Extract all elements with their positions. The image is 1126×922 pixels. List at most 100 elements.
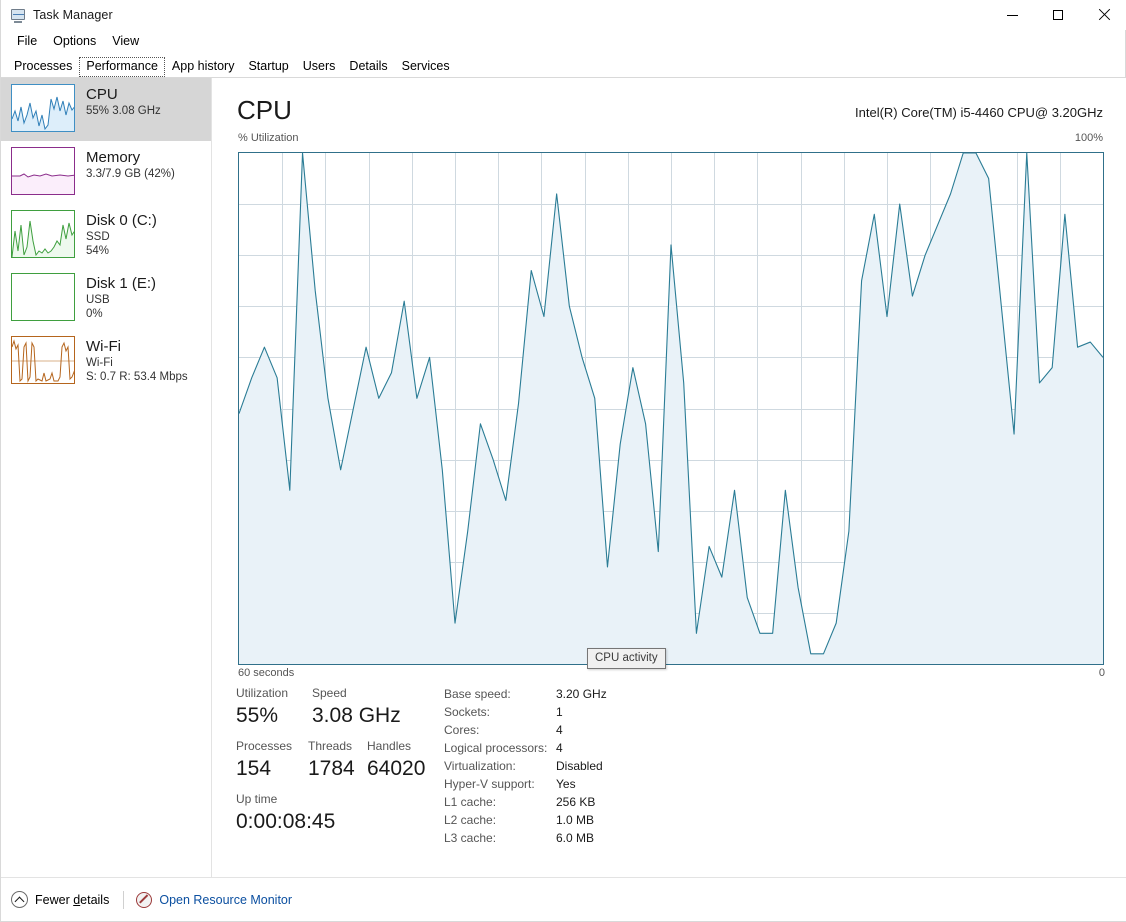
sidebar-wifi-text: Wi-Fi Wi-Fi S: 0.7 R: 53.4 Mbps — [86, 336, 188, 384]
spec-key: Base speed: — [444, 687, 511, 701]
resource-monitor-icon — [136, 891, 153, 908]
tab-users[interactable]: Users — [296, 57, 343, 77]
close-button[interactable] — [1081, 0, 1126, 30]
tab-details[interactable]: Details — [342, 57, 394, 77]
spec-row: Cores: 4 — [444, 721, 824, 739]
spec-key: L3 cache: — [444, 831, 497, 845]
task-manager-window: Task Manager File Options View Processes… — [0, 0, 1126, 922]
spec-row: Base speed: 3.20 GHz — [444, 685, 824, 703]
spec-value: 6.0 MB — [556, 831, 595, 845]
spec-row: L3 cache: 6.0 MB — [444, 829, 824, 847]
spec-key: L2 cache: — [444, 813, 497, 827]
sidebar-item-disk1[interactable]: Disk 1 (E:) USB 0% — [1, 267, 211, 330]
spec-value: 4 — [556, 723, 563, 737]
chart-x-axis-label: 60 seconds — [238, 667, 295, 679]
chart-y-max-label: 100% — [1074, 132, 1103, 144]
menu-item-file[interactable]: File — [9, 32, 45, 50]
cpu-activity-tooltip: CPU activity — [587, 648, 666, 669]
cpu-detail-panel: CPU Intel(R) Core(TM) i5-4460 CPU@ 3.20G… — [212, 78, 1126, 878]
sidebar-item-label: Wi-Fi — [86, 338, 121, 355]
footer-bar: Fewer details Open Resource Monitor — [1, 877, 1126, 921]
menu-item-view[interactable]: View — [104, 32, 147, 50]
sidebar-item-sub2: 54% — [86, 245, 110, 257]
sidebar-item-label: Disk 1 (E:) — [86, 275, 157, 292]
sidebar-item-sub1: SSD — [86, 231, 110, 243]
disk1-thumbnail-icon — [11, 273, 75, 321]
spec-key: Logical processors: — [444, 741, 548, 755]
menu-bar: File Options View — [1, 30, 1126, 52]
sidebar-item-disk0[interactable]: Disk 0 (C:) SSD 54% — [1, 204, 211, 267]
sidebar-item-sub1: Wi-Fi — [86, 357, 113, 369]
stat-label: Utilization — [236, 686, 289, 700]
spec-key: Hyper-V support: — [444, 777, 535, 791]
sidebar-item-cpu[interactable]: CPU 55% 3.08 GHz — [1, 78, 211, 141]
page-title: CPU — [237, 95, 292, 125]
stat-value: 0:00:08:45 — [236, 810, 336, 833]
tab-app-history[interactable]: App history — [165, 57, 242, 77]
spec-value: 4 — [556, 741, 563, 755]
stat-utilization: Utilization 55% — [236, 685, 288, 731]
tab-startup[interactable]: Startup — [241, 57, 295, 77]
sidebar-memory-text: Memory 3.3/7.9 GB (42%) — [86, 147, 175, 181]
resource-sidebar: CPU 55% 3.08 GHz Memory 3.3/7.9 GB (42%) — [1, 78, 212, 878]
fewer-details-button[interactable]: Fewer details — [11, 891, 109, 908]
footer-divider — [123, 890, 125, 909]
chart-y-axis-label: % Utilization — [238, 132, 299, 144]
open-resource-monitor-button[interactable]: Open Resource Monitor — [136, 891, 293, 908]
task-manager-icon — [10, 7, 26, 23]
sidebar-item-wifi[interactable]: Wi-Fi Wi-Fi S: 0.7 R: 53.4 Mbps — [1, 330, 211, 393]
spec-row: Virtualization: Disabled — [444, 757, 824, 775]
cpu-utilization-chart[interactable] — [238, 152, 1104, 665]
spec-value: 1 — [556, 705, 563, 719]
tab-bar: Processes Performance App history Startu… — [1, 55, 1126, 77]
stat-label: Processes — [236, 739, 293, 753]
spec-key: Cores: — [444, 723, 480, 737]
sidebar-item-label: Disk 0 (C:) — [86, 212, 157, 229]
window-controls — [989, 0, 1126, 30]
sidebar-item-label: Memory — [86, 149, 141, 166]
spec-value: 3.20 GHz — [556, 687, 607, 701]
sidebar-disk0-text: Disk 0 (C:) SSD 54% — [86, 210, 157, 258]
maximize-icon — [1053, 10, 1063, 20]
stat-uptime: Up time 0:00:08:45 — [236, 791, 335, 837]
tab-services[interactable]: Services — [395, 57, 457, 77]
fewer-details-label: Fewer details — [35, 892, 110, 907]
sidebar-item-sub2: S: 0.7 R: 53.4 Mbps — [86, 371, 188, 383]
stat-label: Threads — [308, 739, 353, 753]
stat-label: Speed — [312, 686, 347, 700]
stat-value: 1784 — [308, 757, 355, 780]
stat-processes: Processes 154 — [236, 738, 292, 784]
maximize-button[interactable] — [1035, 0, 1081, 30]
stat-value: 64020 — [367, 757, 426, 780]
minimize-button[interactable] — [989, 0, 1035, 30]
minimize-icon — [1006, 14, 1018, 16]
spec-row: Logical processors: 4 — [444, 739, 824, 757]
sidebar-item-sub1: USB — [86, 294, 110, 306]
stat-value: 3.08 GHz — [312, 704, 401, 727]
sidebar-cpu-text: CPU 55% 3.08 GHz — [86, 84, 161, 118]
sidebar-disk1-text: Disk 1 (E:) USB 0% — [86, 273, 156, 321]
sidebar-item-label: CPU — [86, 86, 118, 103]
cpu-spec-list: Base speed: 3.20 GHz Sockets: 1 Cores: 4 Logic… — [444, 685, 824, 847]
wifi-thumbnail-icon — [11, 336, 75, 384]
sidebar-item-sub1: 55% 3.08 GHz — [86, 105, 161, 117]
chevron-up-icon — [11, 891, 28, 908]
menu-item-options[interactable]: Options — [45, 32, 104, 50]
disk0-thumbnail-icon — [11, 210, 75, 258]
stat-value: 55% — [236, 704, 279, 727]
tab-performance[interactable]: Performance — [79, 57, 165, 77]
stat-label: Handles — [367, 739, 412, 753]
stat-handles: Handles 64020 — [367, 738, 425, 784]
spec-row: L2 cache: 1.0 MB — [444, 811, 824, 829]
spec-key: Virtualization: — [444, 759, 516, 773]
resource-monitor-label: Open Resource Monitor — [159, 892, 293, 907]
sidebar-item-memory[interactable]: Memory 3.3/7.9 GB (42%) — [1, 141, 211, 204]
stat-threads: Threads 1784 — [308, 738, 355, 784]
stat-value: 154 — [236, 757, 272, 780]
spec-value: Disabled — [556, 759, 603, 773]
spec-key: Sockets: — [444, 705, 491, 719]
stat-label: Up time — [236, 792, 278, 806]
tab-processes[interactable]: Processes — [7, 57, 79, 77]
cpu-thumbnail-icon — [11, 84, 75, 132]
close-icon — [1098, 9, 1110, 21]
